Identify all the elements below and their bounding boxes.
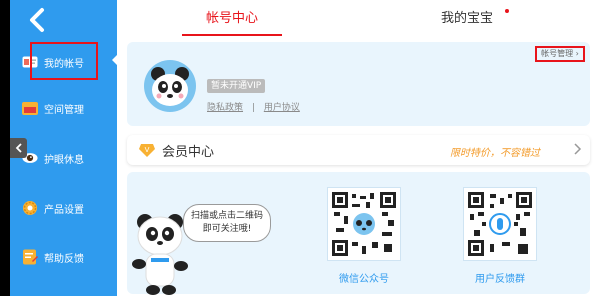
member-promo-text: 限时特价，不容错过 xyxy=(450,148,540,159)
folder-icon xyxy=(22,100,38,116)
collapse-handle[interactable] xyxy=(10,138,27,158)
wechat-qr-label: 微信公众号 xyxy=(339,274,389,285)
sidebar-item-label: 护眼休息 xyxy=(44,154,84,166)
back-arrow-icon xyxy=(30,8,44,32)
panda-avatar-icon xyxy=(151,67,189,106)
wechat-qr-code[interactable] xyxy=(327,187,401,261)
sidebar-item-label: 帮助反馈 xyxy=(44,253,84,265)
avatar[interactable] xyxy=(144,60,196,112)
notification-dot xyxy=(505,9,509,13)
active-tab-underline xyxy=(182,34,282,36)
tab-my-baby[interactable]: 我的宝宝 xyxy=(417,0,517,38)
privacy-policy-link[interactable]: 隐私政策 xyxy=(207,103,243,113)
chevron-left-icon xyxy=(15,143,22,153)
policy-links: 隐私政策 | 用户协议 xyxy=(207,100,300,113)
qr-code-icon xyxy=(332,192,396,256)
sidebar-item-label: 空间管理 xyxy=(44,104,84,116)
tab-account-center[interactable]: 帐号中心 xyxy=(177,0,287,38)
profile-card xyxy=(127,42,590,126)
sidebar-item-label: 产品设置 xyxy=(44,204,84,216)
feedback-icon xyxy=(22,249,38,265)
feedback-group-qr-label: 用户反馈群 xyxy=(475,274,525,285)
vip-status-badge[interactable]: 暂未开通VIP xyxy=(207,79,266,93)
gear-icon xyxy=(22,200,38,216)
sidebar-item-product-settings[interactable]: 产品设置 xyxy=(0,188,107,228)
chevron-right-icon xyxy=(572,141,582,155)
user-agreement-link[interactable]: 用户协议 xyxy=(264,103,300,113)
main-content: 帐号中心 我的宝宝 暂未开通VIP 隐私政策 | 用户协议 帐号管理 › V 会… xyxy=(117,0,600,296)
sidebar-item-space-management[interactable]: 空间管理 xyxy=(0,88,107,128)
sidebar-item-help-feedback[interactable]: 帮助反馈 xyxy=(0,237,107,277)
back-button[interactable] xyxy=(22,6,52,34)
qr-code-icon xyxy=(468,192,532,256)
account-management-button[interactable]: 帐号管理 › xyxy=(535,46,585,62)
vip-crown-icon: V xyxy=(139,142,155,158)
bubble-line-2: 即可关注哦! xyxy=(202,224,252,234)
member-center-title: 会员中心 xyxy=(162,145,215,160)
active-item-highlight xyxy=(30,42,98,80)
speech-bubble: 扫描或点击二维码 即可关注哦! xyxy=(183,204,271,242)
link-separator: | xyxy=(251,103,255,113)
feedback-group-qr-code[interactable] xyxy=(463,187,537,261)
svg-text:V: V xyxy=(145,146,150,154)
bubble-line-1: 扫描或点击二维码 xyxy=(190,211,263,221)
